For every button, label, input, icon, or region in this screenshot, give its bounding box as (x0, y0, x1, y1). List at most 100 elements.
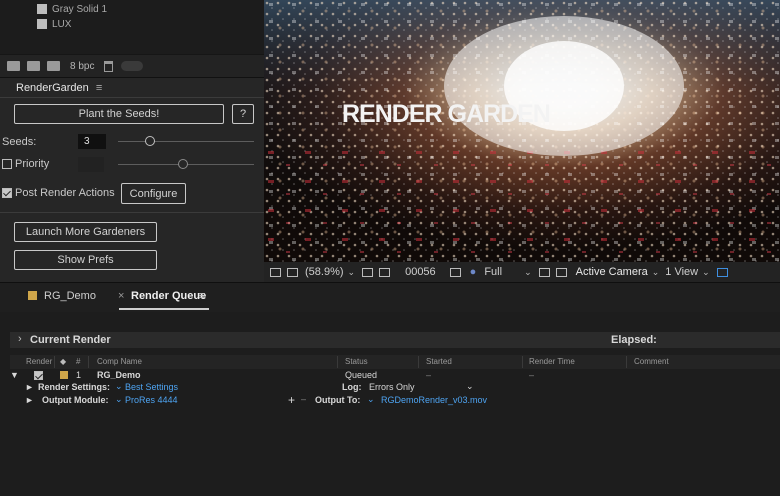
chevron-down-icon[interactable]: ⌄ (652, 267, 660, 278)
divider (0, 97, 264, 98)
new-composition-icon[interactable] (47, 61, 60, 71)
column-render-time[interactable]: Render Time (529, 357, 575, 366)
output-to-label: Output To: (315, 395, 361, 405)
output-module-label: Output Module: (42, 395, 109, 405)
log-label: Log: (342, 382, 362, 392)
column-separator (337, 356, 338, 368)
divider (0, 212, 264, 213)
panel-tabs (0, 282, 780, 313)
seeds-slider-handle[interactable] (145, 136, 155, 146)
trash-icon[interactable] (104, 60, 114, 72)
remove-output-icon[interactable]: – (301, 394, 306, 404)
column-started[interactable]: Started (426, 357, 452, 366)
panel-title: RenderGarden ≡ (16, 82, 102, 94)
camera-snapshot-icon[interactable] (449, 267, 461, 277)
fit-icon[interactable] (362, 267, 374, 277)
project-item[interactable]: LUX (37, 17, 71, 31)
bit-depth-button[interactable]: 8 bpc (70, 61, 94, 72)
project-item-label: Gray Solid 1 (52, 3, 108, 15)
render-settings-label: Render Settings: (38, 382, 111, 392)
zoom-level[interactable]: (58.9%) (305, 266, 344, 278)
output-module-value[interactable]: ProRes 4444 (125, 395, 178, 405)
chevron-down-icon[interactable]: ⌄ (367, 394, 375, 405)
label-tag-icon[interactable]: ◆ (60, 357, 66, 366)
current-render-label: Current Render (30, 334, 111, 346)
safe-margins-icon[interactable] (379, 267, 391, 277)
chevron-down-icon[interactable]: ⌄ (524, 267, 532, 278)
chevron-down-icon[interactable]: ⌄ (466, 381, 474, 392)
priority-input (78, 157, 104, 172)
output-to-value[interactable]: RGDemoRender_v03.mov (381, 395, 487, 405)
toggle-pixel-aspect-icon[interactable] (716, 267, 728, 277)
viewer-toolbar: (58.9%) ⌄ 00056 ● Full ⌄ Active Camera ⌄… (264, 262, 780, 282)
add-output-icon[interactable]: + (288, 393, 295, 407)
seeds-input[interactable]: 3 (78, 134, 106, 149)
priority-checkbox[interactable] (2, 159, 12, 169)
region-of-interest-icon[interactable] (538, 267, 550, 277)
transparency-grid-icon[interactable] (555, 267, 567, 277)
interpret-footage-icon[interactable] (7, 61, 20, 71)
item-comp-name[interactable]: RG_Demo (97, 370, 141, 380)
expand-triangle-icon[interactable]: ▼ (10, 370, 19, 380)
thumbnail-size-slider[interactable] (121, 61, 144, 71)
timecode[interactable]: 00056 (405, 266, 436, 278)
close-tab-icon[interactable]: × (118, 290, 124, 302)
render-checkbox[interactable] (34, 371, 43, 380)
view-layout-value[interactable]: 1 View (665, 266, 698, 278)
always-preview-icon[interactable] (270, 267, 281, 277)
tab-rg-demo[interactable]: RG_Demo (44, 290, 96, 302)
log-dropdown[interactable]: Errors Only (369, 382, 415, 392)
configure-button[interactable]: Configure (121, 183, 186, 204)
seeds-slider-track[interactable] (118, 141, 254, 142)
expand-triangle-icon[interactable]: ► (25, 395, 34, 405)
priority-slider-handle[interactable] (178, 159, 188, 169)
tab-render-queue[interactable]: Render Queue (131, 290, 206, 302)
elapsed-label: Elapsed: (611, 334, 657, 346)
chevron-down-icon[interactable]: ⌄ (115, 381, 123, 392)
column-separator (418, 356, 419, 368)
help-button[interactable]: ? (232, 104, 254, 124)
project-item[interactable]: Gray Solid 1 (37, 2, 107, 16)
chevron-down-icon[interactable]: ⌄ (702, 267, 710, 278)
show-prefs-button[interactable]: Show Prefs (14, 250, 157, 270)
chevron-down-icon[interactable]: ⌄ (348, 267, 356, 278)
composition-viewer[interactable] (264, 0, 780, 262)
comp-color-swatch (28, 291, 37, 300)
panel-menu-icon[interactable]: ≡ (96, 82, 102, 94)
plant-seeds-button[interactable]: Plant the Seeds! (14, 104, 224, 124)
column-separator (522, 356, 523, 368)
resolution-value[interactable]: Full (484, 266, 502, 278)
item-status: Queued (345, 370, 378, 380)
post-render-checkbox[interactable] (2, 188, 12, 198)
item-started: – (426, 370, 432, 380)
column-status[interactable]: Status (345, 357, 368, 366)
render-settings-value[interactable]: Best Settings (125, 382, 178, 392)
viewer-canvas (264, 0, 780, 262)
chevron-down-icon[interactable]: ⌄ (115, 394, 123, 405)
solid-swatch-icon (37, 19, 47, 29)
color-channel-icon[interactable]: ● (470, 266, 477, 278)
panel-title-text: RenderGarden (16, 82, 89, 94)
project-panel: Gray Solid 1 LUX 8 bpc (0, 0, 264, 77)
column-render[interactable]: Render (26, 357, 52, 366)
item-label-swatch[interactable] (60, 371, 68, 379)
camera-view-value[interactable]: Active Camera (576, 266, 648, 278)
column-comment[interactable]: Comment (634, 357, 669, 366)
column-separator (88, 356, 89, 368)
post-render-label: Post Render Actions (15, 187, 115, 199)
project-toolbar: 8 bpc (0, 54, 264, 77)
item-number: 1 (76, 370, 82, 380)
project-item-label: LUX (52, 18, 72, 30)
column-comp-name[interactable]: Comp Name (97, 357, 142, 366)
column-number[interactable]: # (76, 357, 80, 366)
new-folder-icon[interactable] (27, 61, 40, 71)
current-render-bar[interactable] (10, 332, 780, 348)
tab-menu-icon[interactable]: ≡ (199, 290, 205, 302)
launch-gardeners-button[interactable]: Launch More Gardeners (14, 222, 157, 242)
column-separator (54, 356, 55, 368)
chevron-right-icon[interactable]: › (18, 333, 22, 345)
monitor-icon[interactable] (287, 267, 298, 277)
solid-swatch-icon (37, 4, 47, 14)
seeds-label: Seeds: (2, 136, 37, 148)
expand-triangle-icon[interactable]: ► (25, 382, 34, 392)
